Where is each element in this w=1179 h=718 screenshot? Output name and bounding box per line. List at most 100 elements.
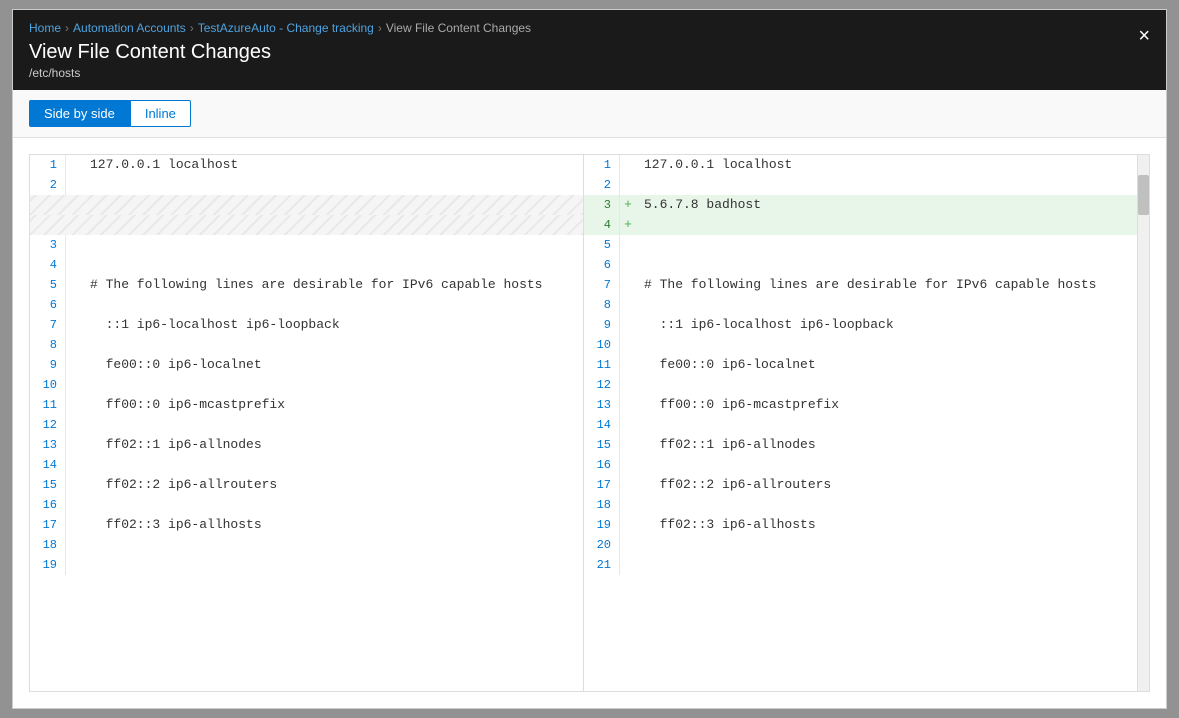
table-row [30,195,583,215]
line-content: 127.0.0.1 localhost [636,155,1137,175]
line-content [636,215,1137,235]
line-marker [66,455,82,475]
line-content [82,415,583,435]
table-row: 10 [584,335,1137,355]
line-content [82,175,583,195]
breadcrumb-tracking[interactable]: TestAzureAuto - Change tracking [198,21,374,35]
tab-sidebyside[interactable]: Side by side [29,100,130,127]
line-content [636,495,1137,515]
line-marker [66,435,82,455]
scrollbar-thumb[interactable] [1138,175,1149,215]
modal-overlay: Home › Automation Accounts › TestAzureAu… [0,0,1179,718]
line-marker [620,255,636,275]
line-marker [66,535,82,555]
left-pane[interactable]: 1 127.0.0.1 localhost2 3 4 5 # The follo… [30,155,584,691]
line-marker [66,555,82,575]
line-content [636,555,1137,575]
line-number: 17 [584,475,620,495]
table-row: 7 ::1 ip6-localhost ip6-loopback [30,315,583,335]
line-number: 3 [30,235,66,255]
line-number: 15 [584,435,620,455]
line-number: 7 [584,275,620,295]
table-row: 16 [584,455,1137,475]
line-number: 12 [30,415,66,435]
line-content [636,415,1137,435]
table-row: 18 [584,495,1137,515]
line-content [636,235,1137,255]
table-row: 3 [30,235,583,255]
line-marker [66,415,82,435]
line-number: 15 [30,475,66,495]
table-row: 9 fe00::0 ip6-localnet [30,355,583,375]
line-content: ff02::3 ip6-allhosts [636,515,1137,535]
line-marker [66,375,82,395]
breadcrumb-home[interactable]: Home [29,21,61,35]
table-row: 3+5.6.7.8 badhost [584,195,1137,215]
table-row: 6 [584,255,1137,275]
line-number: 14 [584,415,620,435]
line-marker [66,515,82,535]
tab-inline[interactable]: Inline [130,100,191,127]
line-marker [66,275,82,295]
line-number: 4 [584,215,620,235]
scrollbar-track[interactable] [1137,155,1149,691]
line-number: 21 [584,555,620,575]
line-content: 127.0.0.1 localhost [82,155,583,175]
table-row: 2 [30,175,583,195]
line-number: 1 [30,155,66,175]
line-number: 16 [30,495,66,515]
line-content [82,555,583,575]
line-number: 5 [584,235,620,255]
table-row: 14 [30,455,583,475]
line-marker [66,295,82,315]
line-number: 9 [30,355,66,375]
line-content: fe00::0 ip6-localnet [82,355,583,375]
line-content [636,535,1137,555]
line-content: ff00::0 ip6-mcastprefix [636,395,1137,415]
modal-toolbar: Side by side Inline [13,90,1166,138]
table-row: 13 ff00::0 ip6-mcastprefix [584,395,1137,415]
close-button[interactable]: × [1138,26,1150,46]
line-number: 17 [30,515,66,535]
line-number: 14 [30,455,66,475]
line-marker [620,155,636,175]
table-row: 17 ff02::2 ip6-allrouters [584,475,1137,495]
table-row: 15 ff02::2 ip6-allrouters [30,475,583,495]
line-content [82,375,583,395]
table-row: 14 [584,415,1137,435]
diff-container: 1 127.0.0.1 localhost2 3 4 5 # The follo… [29,154,1150,692]
line-marker [66,155,82,175]
breadcrumb-automation[interactable]: Automation Accounts [73,21,186,35]
line-content [82,495,583,515]
breadcrumb-current: View File Content Changes [386,21,531,35]
line-content [82,235,583,255]
table-row: 11 ff00::0 ip6-mcastprefix [30,395,583,415]
line-marker: + [620,215,636,235]
line-number: 18 [30,535,66,555]
line-marker [620,175,636,195]
line-content [82,455,583,475]
line-content [636,375,1137,395]
line-content [636,175,1137,195]
line-marker [66,495,82,515]
line-content: 5.6.7.8 badhost [636,195,1137,215]
line-marker [620,515,636,535]
line-number: 2 [584,175,620,195]
breadcrumb-sep3: › [378,21,382,35]
table-row: 16 [30,495,583,515]
right-pane[interactable]: 1 127.0.0.1 localhost2 3+5.6.7.8 badhost… [584,155,1137,691]
line-marker [620,335,636,355]
line-content: ff00::0 ip6-mcastprefix [82,395,583,415]
table-row: 9 ::1 ip6-localhost ip6-loopback [584,315,1137,335]
line-number: 16 [584,455,620,475]
line-content: ff02::2 ip6-allrouters [82,475,583,495]
table-row [30,215,583,235]
line-content [636,335,1137,355]
line-content [636,455,1137,475]
line-marker [66,175,82,195]
line-content: ::1 ip6-localhost ip6-loopback [636,315,1137,335]
line-number: 10 [584,335,620,355]
modal-title: View File Content Changes [29,41,1150,64]
table-row: 4+ [584,215,1137,235]
line-content [636,295,1137,315]
